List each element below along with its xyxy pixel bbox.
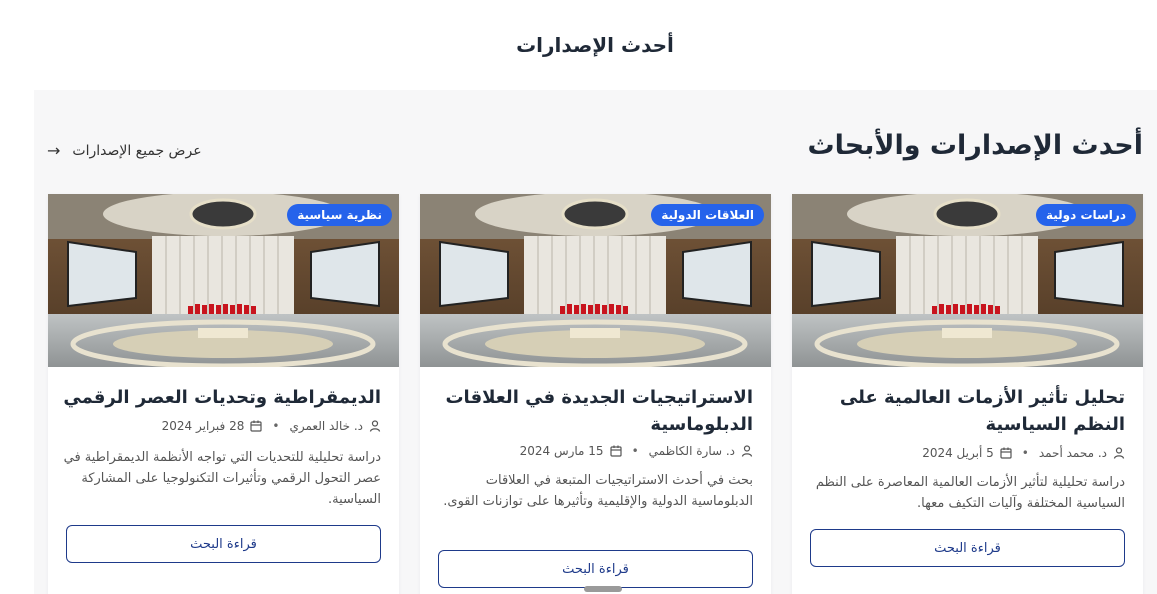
publish-date: 15 مارس 2024 [519, 444, 604, 458]
card-title[interactable]: الاستراتيجيات الجديدة في العلاقات الدبلو… [433, 384, 753, 438]
card-description: دراسة تحليلية للتحديات التي تواجه الأنظم… [63, 450, 381, 507]
publication-card[interactable]: العلاقات الدولية الاستراتيجيات الجديدة ف… [420, 194, 771, 594]
calendar-icon [609, 445, 622, 457]
card-meta: د. سارة الكاظمي • 15 مارس 2024 [520, 444, 753, 458]
card-meta: د. خالد العمري • 28 فبراير 2024 [162, 419, 381, 433]
view-all-label: عرض جميع الإصدارات [72, 142, 202, 159]
card-title[interactable]: تحليل تأثير الأزمات العالمية على النظم ا… [805, 384, 1125, 438]
publications-section: أحدث الإصدارات والأبحاث → عرض جميع الإصد… [34, 90, 1157, 594]
publish-date: 5 أبريل 2024 [922, 446, 994, 460]
publication-card[interactable]: نظرية سياسية الديمقراطية وتحديات العصر ا… [48, 194, 399, 594]
calendar-icon [250, 420, 262, 432]
user-icon [741, 445, 753, 457]
author-name: د. سارة الكاظمي [648, 444, 735, 458]
card-description: بحث في أحدث الاستراتيجيات المتبعة في الع… [443, 473, 753, 509]
scroll-handle[interactable] [584, 586, 622, 592]
user-icon [369, 420, 381, 432]
read-research-button[interactable]: قراءة البحث [810, 529, 1125, 567]
user-icon [1113, 447, 1125, 459]
calendar-icon [1000, 447, 1012, 459]
category-badge[interactable]: دراسات دولية [1035, 204, 1136, 226]
card-title[interactable]: الديمقراطية وتحديات العصر الرقمي [61, 384, 381, 411]
page-heading: أحدث الإصدارات [516, 33, 674, 57]
read-research-button[interactable]: قراءة البحث [438, 550, 753, 588]
card-description: دراسة تحليلية لتأثير الأزمات العالمية ال… [815, 475, 1125, 511]
meta-separator: • [272, 419, 280, 433]
meta-separator: • [631, 444, 639, 458]
read-research-button[interactable]: قراءة البحث [66, 525, 381, 563]
category-badge[interactable]: نظرية سياسية [287, 204, 392, 226]
publish-date: 28 فبراير 2024 [161, 419, 245, 433]
publication-card[interactable]: دراسات دولية تحليل تأثير الأزمات العالمي… [792, 194, 1143, 594]
meta-separator: • [1021, 446, 1029, 460]
card-meta: د. محمد أحمد • 5 أبريل 2024 [922, 446, 1125, 460]
author-name: د. محمد أحمد [1038, 446, 1107, 460]
category-badge[interactable]: العلاقات الدولية [651, 204, 764, 226]
view-all-link[interactable]: → عرض جميع الإصدارات [47, 141, 202, 160]
section-title: أحدث الإصدارات والأبحاث [807, 130, 1143, 161]
author-name: د. خالد العمري [289, 419, 363, 433]
arrow-right-icon: → [47, 141, 61, 160]
